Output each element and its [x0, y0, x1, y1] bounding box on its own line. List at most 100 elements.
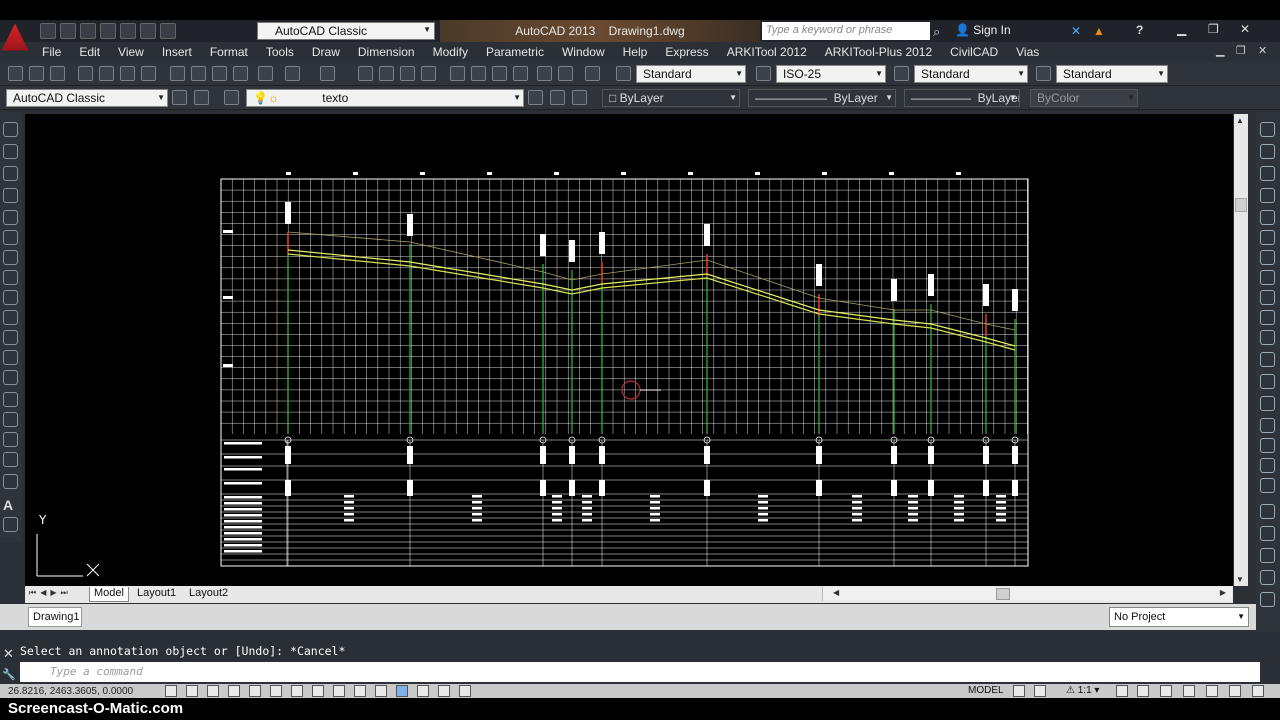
- spline-icon[interactable]: [3, 290, 18, 305]
- plot-icon[interactable]: [120, 23, 136, 39]
- scroll-left-icon[interactable]: ◀: [833, 588, 839, 597]
- color-select[interactable]: □ ByLayer: [602, 89, 740, 107]
- draworder-under-icon[interactable]: [1260, 570, 1275, 585]
- open-icon[interactable]: [60, 23, 76, 39]
- break-icon[interactable]: [1260, 374, 1275, 389]
- save-icon[interactable]: [80, 23, 96, 39]
- annotation-scale[interactable]: ⚠ 1:1 ▾: [1066, 685, 1099, 696]
- mirror-icon[interactable]: [1260, 166, 1275, 181]
- trim-icon[interactable]: [1260, 310, 1275, 325]
- layer-select[interactable]: 💡☼ texto: [246, 89, 524, 107]
- menu-arkitool-plus[interactable]: ARKITool-Plus 2012: [825, 45, 932, 59]
- menu-view[interactable]: View: [118, 45, 144, 59]
- scroll-right-icon[interactable]: ▶: [1220, 588, 1226, 597]
- revision-cloud-icon[interactable]: [3, 270, 18, 285]
- tab-layout2[interactable]: Layout2: [185, 587, 232, 602]
- break-at-point-icon[interactable]: [1260, 352, 1275, 367]
- save-as-icon[interactable]: [100, 23, 116, 39]
- plot-preview-icon[interactable]: [99, 66, 114, 81]
- menu-vias[interactable]: Vias: [1016, 45, 1039, 59]
- toolbar-lock-icon[interactable]: [1183, 685, 1195, 697]
- construction-line-icon[interactable]: [3, 144, 18, 159]
- selection-cycling-icon[interactable]: [438, 685, 450, 697]
- binoculars-icon[interactable]: ⌕: [933, 24, 949, 40]
- chamfer-icon[interactable]: [1260, 418, 1275, 433]
- 3d-print-icon[interactable]: [141, 66, 156, 81]
- redo-icon[interactable]: [160, 23, 176, 39]
- copy-base-icon[interactable]: [233, 66, 248, 81]
- zoom-window-icon[interactable]: [400, 66, 415, 81]
- line-icon[interactable]: [3, 122, 18, 137]
- polyline-icon[interactable]: [3, 166, 18, 181]
- search-input[interactable]: Type a keyword or phrase: [762, 22, 930, 40]
- publish-icon[interactable]: [120, 66, 135, 81]
- calculator-icon[interactable]: [558, 66, 573, 81]
- layer-states-icon[interactable]: [572, 90, 587, 105]
- horizontal-scrollbar[interactable]: ◀ ▶: [822, 587, 1232, 601]
- linetype-select[interactable]: —————— ByLayer: [748, 89, 896, 107]
- text-style-icon[interactable]: [616, 66, 631, 81]
- menu-civilcad[interactable]: CivilCAD: [950, 45, 998, 59]
- model-space-button[interactable]: MODEL: [968, 685, 1004, 696]
- offset-icon[interactable]: [1260, 188, 1275, 203]
- command-input[interactable]: Type a command: [20, 662, 1260, 682]
- dynamic-ucs-icon[interactable]: [333, 685, 345, 697]
- lineweight-display-icon[interactable]: [375, 685, 387, 697]
- plot-icon[interactable]: [78, 66, 93, 81]
- vertical-scroll-thumb[interactable]: [1235, 198, 1247, 212]
- gradient-icon[interactable]: [3, 432, 18, 447]
- match-properties-icon[interactable]: [258, 66, 273, 81]
- text-style-select[interactable]: Standard: [636, 65, 746, 83]
- doc-close-icon[interactable]: ✕: [1258, 44, 1272, 58]
- extend-icon[interactable]: [1260, 330, 1275, 345]
- region-icon[interactable]: [3, 452, 18, 467]
- scale-icon[interactable]: [1260, 270, 1275, 285]
- hatch-icon[interactable]: [3, 412, 18, 427]
- menu-arkitool[interactable]: ARKITool 2012: [727, 45, 807, 59]
- close-icon[interactable]: ✕: [3, 646, 14, 662]
- copy-icon[interactable]: [191, 66, 206, 81]
- menu-window[interactable]: Window: [562, 45, 605, 59]
- make-block-icon[interactable]: [3, 370, 18, 385]
- layer-previous-icon[interactable]: [550, 90, 565, 105]
- undo-icon[interactable]: [140, 23, 156, 39]
- insert-block-icon[interactable]: [3, 350, 18, 365]
- text-to-front-icon[interactable]: [1260, 592, 1275, 607]
- explode-icon[interactable]: [1260, 478, 1275, 493]
- table-icon[interactable]: [3, 474, 18, 489]
- workspace-settings-icon[interactable]: [172, 90, 187, 105]
- draworder-back-icon[interactable]: [1260, 526, 1275, 541]
- maximize-icon[interactable]: ❐: [1208, 22, 1224, 38]
- new-icon[interactable]: [8, 66, 23, 81]
- table-style-select[interactable]: Standard: [914, 65, 1028, 83]
- annotation-visibility-icon[interactable]: [1116, 685, 1128, 697]
- stretch-icon[interactable]: [1260, 290, 1275, 305]
- workspace-switching-icon[interactable]: [1160, 685, 1172, 697]
- rectangle-icon[interactable]: [3, 210, 18, 225]
- scroll-down-icon[interactable]: ▼: [1236, 575, 1244, 584]
- draworder-front-icon[interactable]: [1260, 504, 1275, 519]
- hardware-acceleration-icon[interactable]: [1206, 685, 1218, 697]
- rotate-icon[interactable]: [1260, 250, 1275, 265]
- help-icon[interactable]: [585, 66, 600, 81]
- ellipse-arc-icon[interactable]: [3, 330, 18, 345]
- workspace-save-icon[interactable]: [194, 90, 209, 105]
- transparency-icon[interactable]: [396, 685, 408, 697]
- layer-properties-icon[interactable]: [224, 90, 239, 105]
- redo-icon[interactable]: [320, 66, 335, 81]
- open-icon[interactable]: [29, 66, 44, 81]
- menu-dimension[interactable]: Dimension: [358, 45, 415, 59]
- isolate-objects-icon[interactable]: [1229, 685, 1241, 697]
- object-snap-icon[interactable]: [270, 685, 282, 697]
- paste-icon[interactable]: [212, 66, 227, 81]
- workspace-select[interactable]: AutoCAD Classic: [257, 22, 435, 40]
- sheet-set-icon[interactable]: [513, 66, 528, 81]
- menu-file[interactable]: File: [42, 45, 61, 59]
- properties-icon[interactable]: [450, 66, 465, 81]
- tool-palettes-icon[interactable]: [492, 66, 507, 81]
- table-style-icon[interactable]: [894, 66, 909, 81]
- join-icon[interactable]: [1260, 396, 1275, 411]
- draworder-above-icon[interactable]: [1260, 548, 1275, 563]
- fillet-icon[interactable]: [1260, 438, 1275, 453]
- ortho-mode-icon[interactable]: [228, 685, 240, 697]
